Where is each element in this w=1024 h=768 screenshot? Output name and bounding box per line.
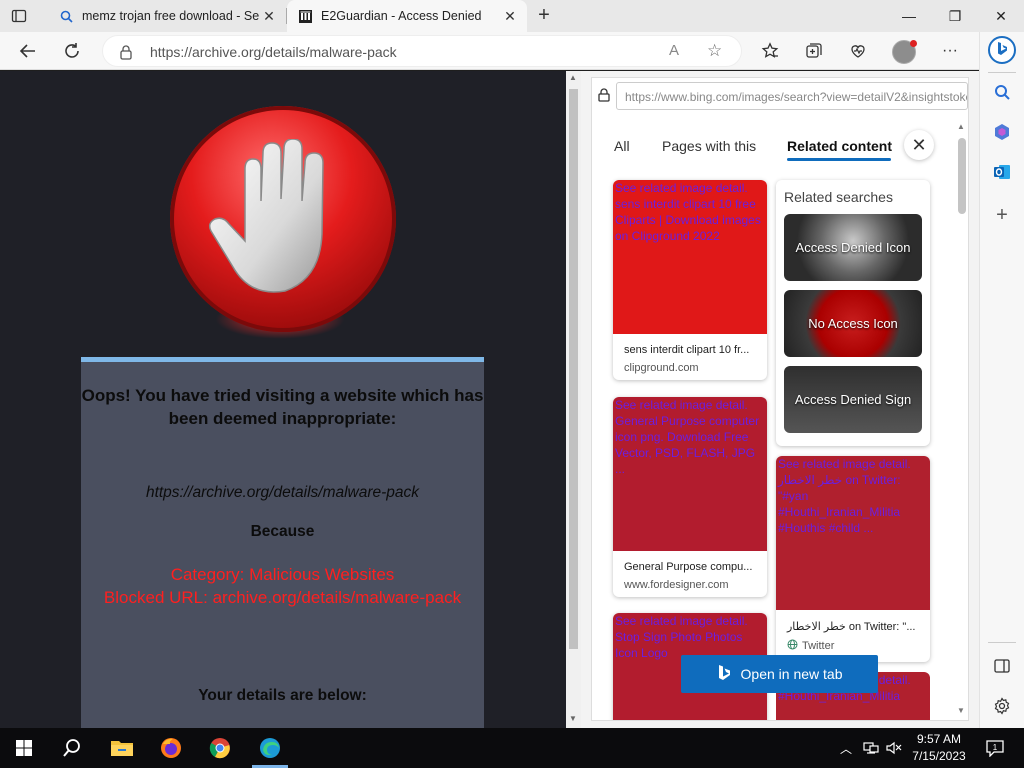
tab-search[interactable]: memz trojan free download - Se ✕ <box>48 0 286 32</box>
address-url: https://archive.org/details/malware-pack <box>150 44 397 60</box>
start-button[interactable] <box>0 728 48 768</box>
notification-count: 1 <box>993 743 998 752</box>
blocked-page: Oops! You have tried visiting a website … <box>0 71 566 728</box>
visual-search-pane: https://www.bing.com/images/search?view=… <box>591 77 969 721</box>
favorite-star-icon[interactable]: ☆ <box>707 41 722 61</box>
lock-icon[interactable] <box>119 44 133 60</box>
scrollbar-thumb[interactable] <box>958 138 966 214</box>
scroll-down-icon[interactable]: ▼ <box>957 706 965 715</box>
related-search-item[interactable]: Access Denied Sign <box>784 366 922 433</box>
because-label: Because <box>250 523 315 540</box>
tab-pages-with-this[interactable]: Pages with this <box>662 138 756 154</box>
blocked-url: https://archive.org/details/malware-pack <box>145 484 420 501</box>
card-source: clipground.com <box>624 362 699 374</box>
sidebar-toggle-icon[interactable] <box>987 651 1017 681</box>
related-search-item[interactable]: Access Denied Icon <box>784 214 922 281</box>
card-caption: General Purpose compu... <box>624 561 753 573</box>
close-tab-icon[interactable]: ✕ <box>260 7 278 25</box>
library-icon <box>297 8 313 24</box>
close-window-button[interactable]: ✕ <box>978 0 1024 32</box>
notification-dot <box>910 40 917 47</box>
card-image-alt: See related image detail. خطر الاخطار on… <box>776 456 930 610</box>
blocked-url-reason: Blocked URL: archive.org/details/malware… <box>103 588 462 607</box>
new-tab-button[interactable]: + <box>534 5 554 26</box>
bing-icon <box>717 664 731 685</box>
tab-strip: memz trojan free download - Se ✕ E2Guard… <box>0 0 1024 32</box>
lock-icon <box>598 88 610 102</box>
bing-chat-icon[interactable] <box>987 35 1017 65</box>
block-category: Category: Malicious Websites <box>170 565 395 584</box>
more-menu-icon[interactable]: ··· <box>939 40 961 62</box>
add-icon[interactable]: + <box>987 200 1017 230</box>
card-source: www.fordesigner.com <box>624 579 729 591</box>
card-image-alt: See related image detail. General Purpos… <box>613 397 767 551</box>
panel-url-field[interactable]: https://www.bing.com/images/search?view=… <box>616 82 968 110</box>
scroll-up-icon[interactable]: ▲ <box>569 73 577 82</box>
related-image-card[interactable]: See related image detail. sens interdit … <box>613 180 767 380</box>
related-image-card[interactable]: See related image detail. خطر الاخطار on… <box>776 456 930 662</box>
tab-title: memz trojan free download - Se <box>82 9 260 23</box>
settings-icon[interactable] <box>987 691 1017 721</box>
back-icon[interactable] <box>17 40 39 62</box>
active-tab-indicator <box>787 158 891 161</box>
search-icon[interactable] <box>987 77 1017 107</box>
restore-button[interactable]: ❐ <box>932 0 978 32</box>
open-in-new-tab-label: Open in new tab <box>740 666 843 682</box>
page-scrollbar[interactable]: ▲ ▼ <box>566 71 581 728</box>
scroll-down-icon[interactable]: ▼ <box>569 714 577 723</box>
denied-message: Oops! You have tried visiting a website … <box>81 386 484 428</box>
panel-scrollbar[interactable]: ▲ ▼ <box>954 122 968 720</box>
outlook-icon[interactable] <box>987 157 1017 187</box>
browser-toolbar: https://archive.org/details/malware-pack… <box>0 32 1024 70</box>
notifications-icon[interactable]: 1 <box>980 728 1010 768</box>
clock-time: 9:57 AM <box>916 732 962 746</box>
clock-date: 7/15/2023 <box>912 749 966 763</box>
shopping-icon[interactable] <box>987 117 1017 147</box>
address-bar[interactable]: https://archive.org/details/malware-pack… <box>102 35 742 67</box>
divider <box>988 642 1016 643</box>
system-clock[interactable]: 9:57 AM 7/15/2023 <box>908 731 970 765</box>
divider <box>988 72 1016 73</box>
related-searches: Related searches Access Denied Icon No A… <box>776 180 930 446</box>
browser-essentials-icon[interactable] <box>847 40 869 62</box>
network-icon[interactable] <box>860 728 882 768</box>
minimize-button[interactable]: — <box>886 0 932 32</box>
favorites-icon[interactable] <box>759 40 781 62</box>
access-denied-card: Oops! You have tried visiting a website … <box>81 357 484 728</box>
chrome-icon[interactable] <box>196 728 244 768</box>
close-icon[interactable]: ✕ <box>904 130 934 160</box>
search-icon <box>58 8 74 24</box>
card-image-alt: See related image detail. sens interdit … <box>613 180 767 334</box>
refresh-icon[interactable] <box>61 40 83 62</box>
file-explorer-icon[interactable] <box>98 728 146 768</box>
close-tab-icon[interactable]: ✕ <box>501 7 519 25</box>
related-searches-header: Related searches <box>784 189 893 205</box>
tab-access-denied[interactable]: E2Guardian - Access Denied ✕ <box>287 0 527 32</box>
chevron-up-icon[interactable]: ︿ <box>836 728 856 768</box>
card-caption: خطر الاخطار on Twitter: "... <box>787 621 916 633</box>
tab-actions-icon[interactable] <box>10 7 28 25</box>
tab-all[interactable]: All <box>614 138 630 154</box>
volume-muted-icon[interactable] <box>883 728 905 768</box>
bing-side-panel: https://www.bing.com/images/search?view=… <box>581 71 979 728</box>
card-source-text: Twitter <box>802 640 835 652</box>
related-image-card[interactable]: See related image detail. General Purpos… <box>613 397 767 597</box>
open-in-new-tab-button[interactable]: Open in new tab <box>681 655 878 693</box>
scroll-up-icon[interactable]: ▲ <box>957 122 965 131</box>
tab-title: E2Guardian - Access Denied <box>321 9 482 23</box>
card-caption: sens interdit clipart 10 fr... <box>624 344 750 356</box>
read-aloud-icon[interactable]: A <box>669 42 679 59</box>
collections-icon[interactable] <box>803 40 825 62</box>
search-icon[interactable] <box>48 728 96 768</box>
details-heading: Your details are below: <box>198 687 367 704</box>
edge-icon[interactable] <box>246 728 294 768</box>
related-search-item[interactable]: No Access Icon <box>784 290 922 357</box>
firefox-icon[interactable] <box>147 728 195 768</box>
globe-icon <box>787 639 798 653</box>
stop-hand-icon <box>208 139 324 293</box>
edge-sidebar: + <box>979 32 1024 728</box>
scrollbar-thumb[interactable] <box>569 89 578 649</box>
tab-related-content[interactable]: Related content <box>787 138 892 154</box>
windows-taskbar: ︿ 9:57 AM 7/15/2023 1 <box>0 728 1024 768</box>
